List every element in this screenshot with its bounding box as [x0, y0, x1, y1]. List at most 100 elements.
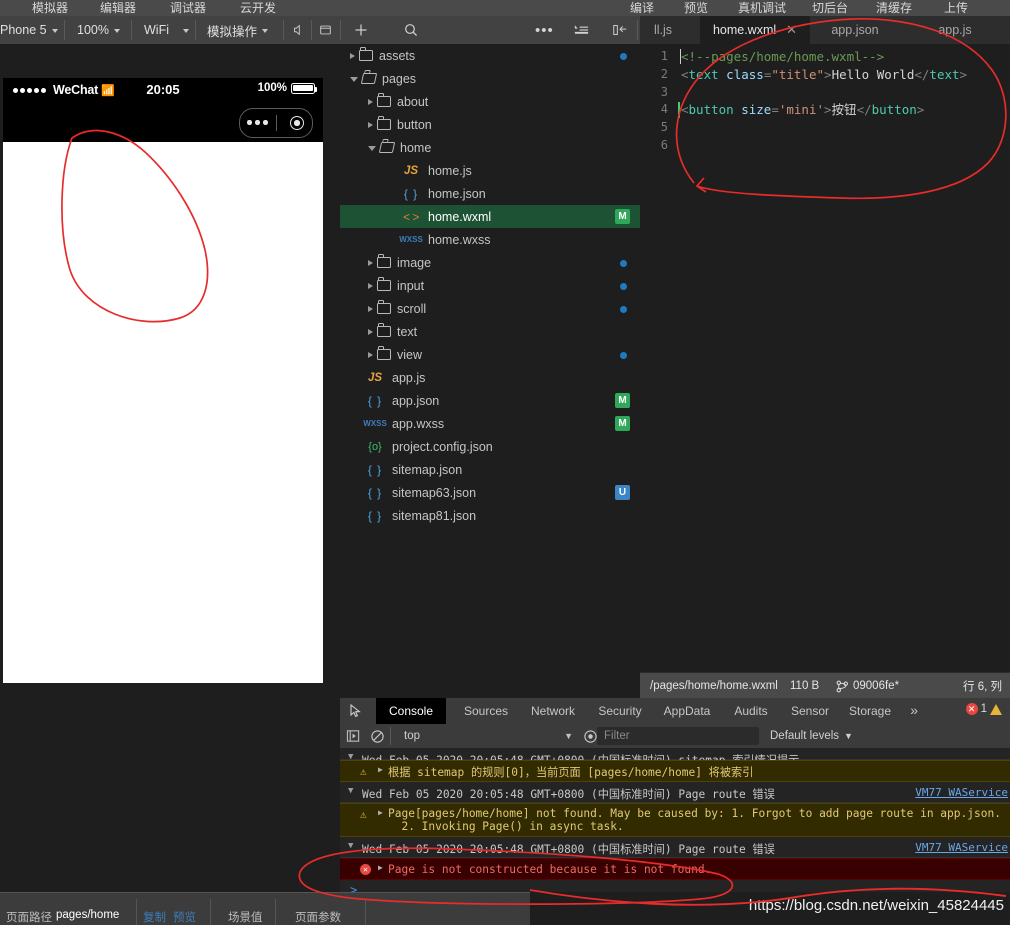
- tree-item-assets[interactable]: assets: [340, 44, 640, 67]
- log-levels-selector[interactable]: Default levels ▼: [770, 724, 853, 748]
- console-message-warn[interactable]: ⚠ ▶ 根据 sitemap 的规则[0]，当前页面 [pages/home/hom…: [340, 760, 1010, 782]
- devtools-tab-storage[interactable]: Storage: [841, 698, 899, 724]
- phone-viewport[interactable]: [3, 142, 323, 683]
- more-actions-button[interactable]: •••: [535, 16, 554, 44]
- sound-button[interactable]: [291, 16, 305, 44]
- expand-group-icon[interactable]: ▼: [348, 841, 353, 851]
- outline-button[interactable]: [573, 16, 590, 44]
- tree-item-home[interactable]: home: [340, 136, 640, 159]
- chevron-right-icon[interactable]: [368, 305, 373, 312]
- devtools-tab-security[interactable]: Security: [589, 698, 651, 724]
- error-warning-counts[interactable]: ✕ 1: [965, 703, 1002, 715]
- tree-item-about[interactable]: about: [340, 90, 640, 113]
- tree-item-sitemap63-json[interactable]: { } sitemap63.json U: [340, 481, 640, 504]
- menu-item-5[interactable]: 预览: [684, 0, 708, 16]
- console-output[interactable]: ▼ Wed Feb 05 2020 20:05:48 GMT+0800 (中国标准…: [340, 748, 1010, 892]
- console-message-warn[interactable]: ⚠ ▶ Page[pages/home/home] not found. May b…: [340, 803, 1010, 837]
- network-selector[interactable]: WiFi: [144, 16, 189, 44]
- console-message-prompt[interactable]: >: [340, 880, 1010, 892]
- console-message-group[interactable]: ▼ Wed Feb 05 2020 20:05:48 GMT+0800 (中国标准…: [340, 782, 1010, 803]
- tree-item-home-json[interactable]: { } home.json: [340, 182, 640, 205]
- menu-item-4[interactable]: 编译: [630, 0, 654, 16]
- tree-item-sitemap-json[interactable]: { } sitemap.json: [340, 458, 640, 481]
- tree-item-button[interactable]: button: [340, 113, 640, 136]
- tree-item-home-wxss[interactable]: WXSS home.wxss: [340, 228, 640, 251]
- menu-item-1[interactable]: 编辑器: [100, 0, 136, 16]
- devtools-tab-console[interactable]: Console: [376, 698, 446, 724]
- chevron-down-icon[interactable]: [368, 146, 376, 151]
- tree-item-sitemap81-json[interactable]: { } sitemap81.json: [340, 504, 640, 527]
- devtools-tab-network[interactable]: Network: [521, 698, 585, 724]
- menu-item-6[interactable]: 真机调试: [738, 0, 786, 16]
- editor-tab-app-json[interactable]: app.json: [812, 16, 898, 44]
- tree-item-text[interactable]: text: [340, 320, 640, 343]
- tree-item-app-json[interactable]: { } app.json M: [340, 389, 640, 412]
- chevron-right-icon[interactable]: [368, 98, 373, 105]
- menu-item-7[interactable]: 切后台: [812, 0, 848, 16]
- chevron-down-icon: [113, 29, 120, 33]
- code-editor[interactable]: 1 <!--pages/home/home.wxml--> 2 <text class…: [640, 44, 1010, 672]
- simulate-action-selector[interactable]: 模拟操作: [207, 16, 269, 44]
- chevron-right-icon[interactable]: [368, 259, 373, 266]
- sim-bottom-cell-3[interactable]: 预览: [173, 909, 196, 925]
- console-settings-button[interactable]: [583, 724, 598, 748]
- tree-item-view[interactable]: view: [340, 343, 640, 366]
- devtools-tab-sensor[interactable]: Sensor: [783, 698, 837, 724]
- code-line[interactable]: <button size='mini'>按钮</button>: [681, 101, 924, 119]
- clear-console-button[interactable]: [370, 724, 385, 748]
- editor-tab-home-wxml[interactable]: home.wxml ✕: [700, 16, 810, 44]
- capsule-button[interactable]: [239, 108, 313, 138]
- chevron-right-icon[interactable]: [368, 351, 373, 358]
- chevron-down-icon: [51, 29, 58, 33]
- console-filter-input[interactable]: Filter: [597, 727, 759, 745]
- device-selector[interactable]: Phone 5: [0, 16, 58, 44]
- search-files-button[interactable]: [403, 16, 419, 44]
- chevron-right-icon[interactable]: [368, 282, 373, 289]
- close-icon[interactable]: ✕: [786, 22, 797, 38]
- editor-tab-ll-js[interactable]: ll.js: [640, 16, 686, 44]
- code-line[interactable]: <!--pages/home/home.wxml-->: [681, 48, 884, 66]
- console-message-err[interactable]: ✕ ▶ Page is not constructed because it is …: [340, 858, 1010, 880]
- context-selector[interactable]: top ▼: [394, 727, 579, 745]
- chevron-right-icon[interactable]: [368, 121, 373, 128]
- chevron-down-icon[interactable]: [350, 77, 358, 82]
- console-message-group[interactable]: ▼ Wed Feb 05 2020 20:05:48 GMT+0800 (中国标准…: [340, 837, 1010, 858]
- tree-item-pages[interactable]: pages: [340, 67, 640, 90]
- devtools-overflow-button[interactable]: »: [910, 702, 918, 718]
- source-link[interactable]: VM77 WAService: [915, 786, 1008, 799]
- console-message-group-cut[interactable]: ▼Wed Feb 05 2020 20:05:48 GMT+0800 (中国标准…: [340, 748, 1010, 767]
- tree-item-app-wxss[interactable]: WXSS app.wxss M: [340, 412, 640, 435]
- menu-item-0[interactable]: 模拟器: [32, 0, 68, 16]
- collapse-panel-button[interactable]: [612, 16, 628, 44]
- tree-item-image[interactable]: image: [340, 251, 640, 274]
- tree-item-project-config-json[interactable]: {o} project.config.json: [340, 435, 640, 458]
- tree-item-input[interactable]: input: [340, 274, 640, 297]
- devtools-tab-appdata[interactable]: AppData: [655, 698, 719, 724]
- menu-item-3[interactable]: 云开发: [240, 0, 276, 16]
- devtools-tab-sources[interactable]: Sources: [455, 698, 517, 724]
- devtools-tab-audits[interactable]: Audits: [725, 698, 777, 724]
- tree-item-scroll[interactable]: scroll: [340, 297, 640, 320]
- file-tree[interactable]: assets pages about button home JS home.js { } ho…: [340, 44, 641, 694]
- tree-item-home-wxml[interactable]: < > home.wxml M: [340, 205, 640, 228]
- tree-item-app-js[interactable]: JS app.js: [340, 366, 640, 389]
- execute-button[interactable]: [346, 724, 361, 748]
- code-line[interactable]: <text class="title">Hello World</text>: [681, 66, 967, 84]
- expand-group-icon[interactable]: ▼: [348, 786, 353, 796]
- menu-item-9[interactable]: 上传: [944, 0, 968, 16]
- add-file-button[interactable]: [353, 16, 369, 44]
- inspect-cursor-icon[interactable]: [348, 703, 364, 719]
- menu-item-8[interactable]: 清缓存: [876, 0, 912, 16]
- sim-bottom-cell-2[interactable]: 复制: [143, 909, 166, 925]
- editor-tab-app-js[interactable]: app.js: [920, 16, 990, 44]
- window-toggle-button[interactable]: [318, 16, 333, 44]
- expand-arrow-icon[interactable]: ▶: [378, 765, 383, 774]
- zoom-selector[interactable]: 100%: [77, 16, 120, 44]
- chevron-right-icon[interactable]: [368, 328, 373, 335]
- menu-item-2[interactable]: 调试器: [170, 0, 206, 16]
- chevron-right-icon[interactable]: [350, 52, 355, 59]
- source-link[interactable]: VM77 WAService: [915, 841, 1008, 854]
- expand-arrow-icon[interactable]: ▶: [378, 863, 383, 872]
- tree-item-home-js[interactable]: JS home.js: [340, 159, 640, 182]
- expand-arrow-icon[interactable]: ▶: [378, 808, 383, 817]
